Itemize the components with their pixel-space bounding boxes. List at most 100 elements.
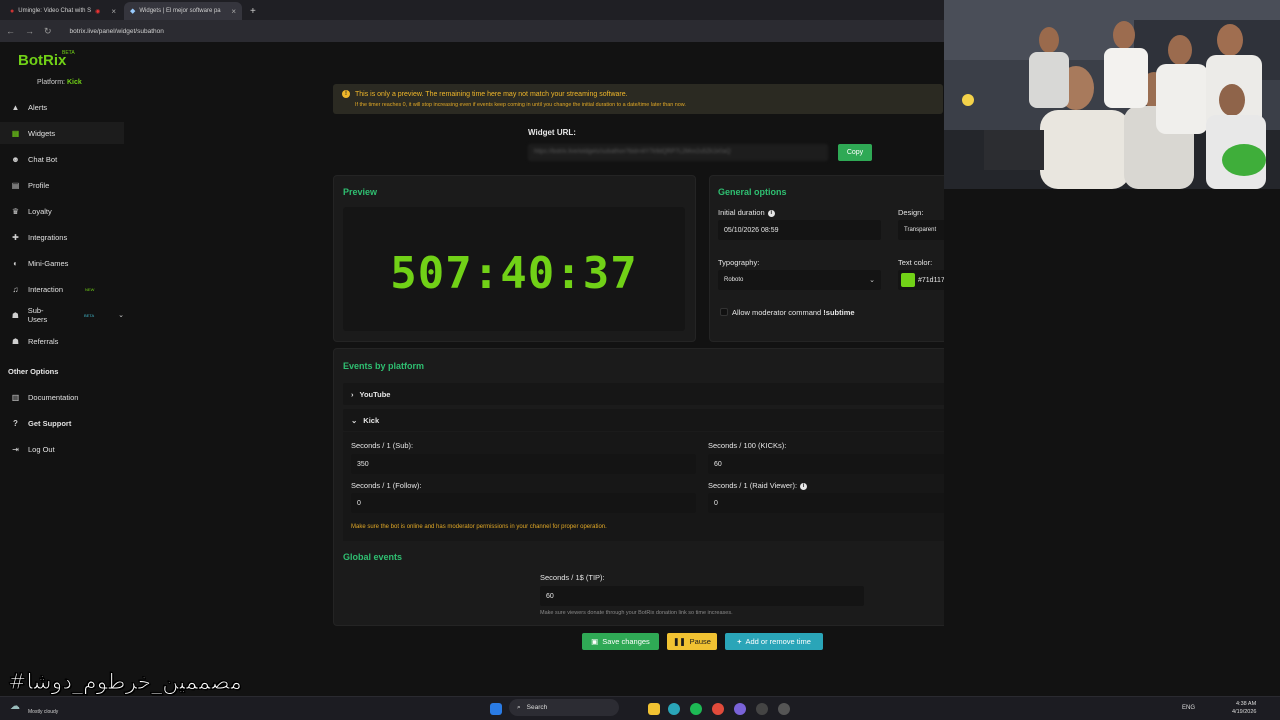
sidebar-item-label: Get Support [28, 418, 72, 428]
tab-label: Umingle: Video Chat with S [18, 8, 92, 14]
tip-seconds-input[interactable]: 60 [540, 586, 864, 606]
allow-mod-checkbox[interactable] [720, 308, 728, 316]
users-icon: ☗ [11, 310, 19, 320]
sidebar-item-label: Mini-Games [28, 258, 69, 268]
chrome-icon[interactable] [712, 703, 724, 715]
tip-seconds-label: Seconds / 1$ (TIP): [540, 573, 605, 582]
plus-icon: + [737, 637, 742, 646]
spotify-icon[interactable] [690, 703, 702, 715]
forward-icon[interactable]: → [25, 26, 34, 36]
sidebar-item-alerts[interactable]: ▲ Alerts [0, 96, 124, 118]
music-icon: ♫ [12, 284, 19, 294]
sidebar-item-label: Chat Bot [28, 154, 58, 164]
color-swatch[interactable] [901, 273, 915, 287]
clock-time[interactable]: 4:38 AM [1236, 701, 1256, 707]
taskbar-search[interactable]: ⌕ Search [509, 699, 619, 716]
warning-circle-icon: ! [342, 90, 350, 98]
tip-hint: Make sure viewers donate through your Bo… [540, 610, 733, 616]
new-tab-button[interactable]: + [244, 2, 258, 20]
sidebar-item-label: Loyalty [28, 206, 52, 216]
preview-notice: ! This is only a preview. The remaining … [333, 84, 943, 114]
allow-mod-text: Allow moderator command [732, 308, 822, 317]
add-remove-time-label: Add or remove time [745, 637, 811, 646]
sidebar-item-label: Sub-Users [27, 306, 48, 324]
sub-seconds-input[interactable]: 350 [351, 454, 696, 474]
weather-text: Mostly cloudy [28, 709, 59, 715]
sidebar-item-referrals[interactable]: ☗ Referrals [0, 330, 124, 352]
trophy-icon: ♛ [11, 206, 20, 216]
info-icon[interactable]: i [767, 209, 775, 217]
browser-tab-active[interactable]: ◆ Widgets | El mejor software pa × [124, 2, 242, 20]
browser-tab[interactable]: ● Umingle: Video Chat with S ◉ × [4, 2, 122, 20]
kick-hint: Make sure the bot is online and has mode… [351, 524, 607, 530]
language-indicator[interactable]: ENG [1182, 705, 1195, 711]
platform-indicator: Platform: Kick [37, 79, 82, 86]
typography-select[interactable]: Roboto ⌄ [718, 270, 881, 290]
sidebar-item-get-support[interactable]: ? Get Support [0, 412, 124, 434]
sidebar-item-label: Widgets [28, 128, 56, 138]
save-changes-label: Save changes [602, 637, 650, 646]
sidebar-item-widgets[interactable]: ▦ Widgets [0, 122, 124, 144]
save-changes-button[interactable]: ▣ Save changes [582, 633, 659, 650]
copy-button[interactable]: Copy [838, 144, 872, 161]
brand-beta-badge: BETA [62, 50, 75, 56]
clock-date[interactable]: 4/19/2026 [1232, 709, 1256, 715]
sidebar-item-label: Log Out [28, 444, 55, 454]
notice-line-2: If the timer reaches 0, it will stop inc… [355, 102, 686, 108]
sidebar-item-log-out[interactable]: ⇥ Log Out [0, 438, 124, 460]
text-color-value: #71d117 [918, 276, 945, 284]
url-field[interactable]: botrix.live/panel/widget/subathon [70, 28, 164, 35]
logout-icon: ⇥ [12, 444, 19, 454]
typography-value: Roboto [724, 277, 744, 283]
file-explorer-icon[interactable] [648, 703, 660, 715]
sidebar-item-documentation[interactable]: ▥ Documentation [0, 386, 124, 408]
sidebar-item-label: Interaction [28, 284, 64, 294]
follow-seconds-input[interactable]: 0 [351, 493, 696, 513]
warning-icon: ▲ [11, 102, 20, 112]
back-icon[interactable]: ← [6, 26, 15, 36]
taskbar-search-label: Search [526, 704, 548, 711]
sidebar-item-label: Profile [28, 180, 50, 190]
site-favicon-icon: ◆ [130, 8, 136, 15]
gamepad-icon: ◐ [13, 258, 18, 268]
pause-button[interactable]: ❚❚ Pause [667, 633, 717, 650]
edge-icon[interactable] [668, 703, 680, 715]
address-bar: ← → ↻ botrix.live/panel/widget/subathon [0, 20, 944, 42]
weather-icon[interactable]: ☁ [10, 701, 20, 712]
general-options-title: General options [718, 187, 787, 197]
book-icon: ▥ [11, 392, 20, 402]
other-options-heading: Other Options [8, 367, 59, 376]
sidebar-item-loyalty[interactable]: ♛ Loyalty [0, 200, 124, 222]
add-remove-time-button[interactable]: + Add or remove time [725, 633, 823, 650]
widget-url-field[interactable]: https://botrix.live/widgets/subathon?bid… [528, 144, 828, 161]
sidebar-item-sub-users[interactable]: ☗ Sub-Users BETA ⌄ [0, 304, 124, 326]
settings-icon[interactable] [778, 703, 790, 715]
id-card-icon: ▤ [11, 180, 20, 190]
sidebar-item-interaction[interactable]: ♫ Interaction NEW [0, 278, 124, 300]
brand-logo[interactable]: BotRix [18, 52, 66, 69]
help-icon: ? [13, 418, 18, 428]
accordion-kick-label: Kick [363, 415, 380, 425]
follow-seconds-label: Seconds / 1 (Follow): [351, 481, 422, 490]
sidebar-item-profile[interactable]: ▤ Profile [0, 174, 124, 196]
reload-icon[interactable]: ↻ [44, 26, 52, 37]
obs-icon[interactable] [756, 703, 768, 715]
initial-duration-input[interactable]: 05/10/2026 08:59 [718, 220, 881, 240]
discord-icon[interactable] [734, 703, 746, 715]
windows-start-icon[interactable] [490, 703, 502, 715]
close-tab-icon[interactable]: × [231, 7, 236, 16]
chevron-down-icon[interactable]: ⌄ [118, 311, 124, 319]
recording-icon: ◉ [95, 8, 101, 15]
design-value: Transparent [904, 227, 937, 233]
sidebar-item-label: Alerts [28, 102, 48, 112]
initial-duration-text: Initial duration [718, 208, 765, 217]
allow-mod-label: Allow moderator command !subtime [732, 308, 855, 317]
new-badge: NEW [85, 286, 95, 292]
close-tab-icon[interactable]: × [111, 7, 116, 16]
info-icon[interactable]: i [800, 482, 808, 490]
platform-value: Kick [66, 79, 82, 86]
sidebar-item-integrations[interactable]: ✚ Integrations [0, 226, 124, 248]
referral-icon: ☗ [11, 336, 20, 346]
sidebar-item-mini-games[interactable]: ◐ Mini-Games [0, 252, 124, 274]
sidebar-item-chat-bot[interactable]: ☻ Chat Bot [0, 148, 124, 170]
